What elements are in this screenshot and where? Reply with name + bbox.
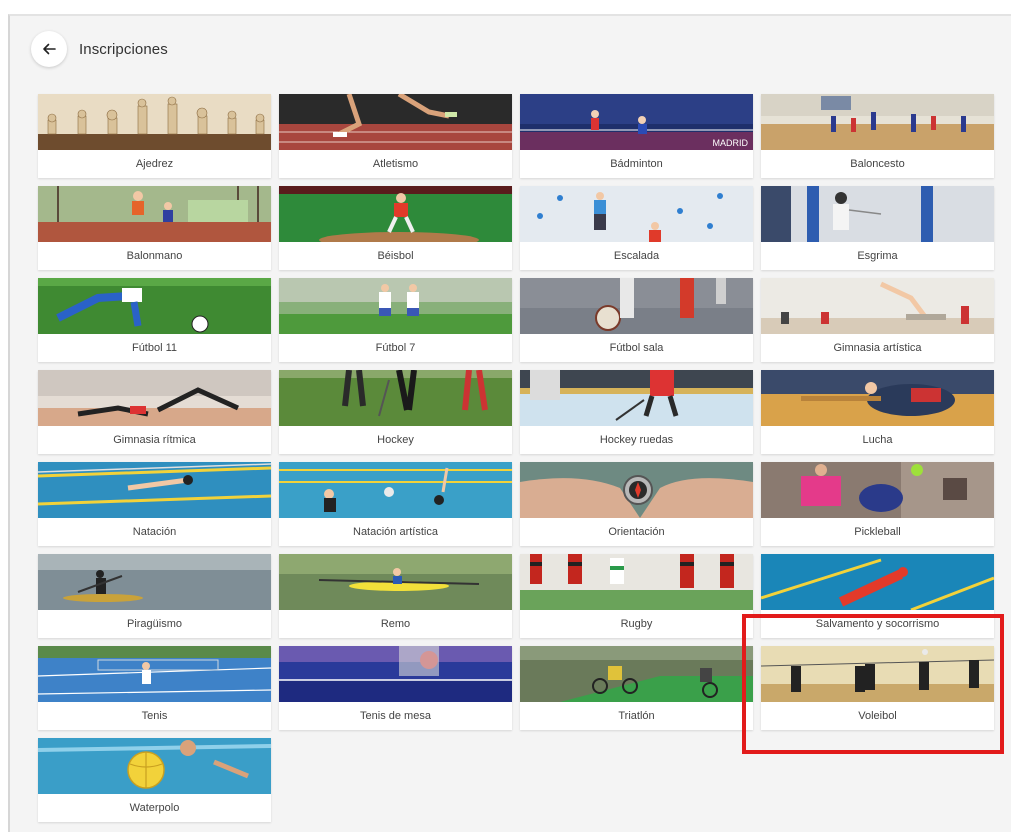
sport-card-label: Tenis de mesa — [360, 710, 431, 722]
page-title: Inscripciones — [79, 40, 168, 58]
sport-card-orientacion[interactable]: Orientación — [520, 462, 753, 546]
sport-card-pickleball[interactable]: Pickleball — [761, 462, 994, 546]
sport-card-label: Fútbol 11 — [131, 342, 178, 354]
sport-card-label: Fútbol sala — [609, 342, 664, 354]
page-header: Inscripciones — [31, 29, 168, 69]
sport-card-label: Lucha — [862, 434, 893, 446]
artistic-gymnastics-image — [761, 278, 994, 334]
wrestling-image — [761, 370, 994, 426]
baseball-image — [279, 186, 512, 242]
sport-card-label: Orientación — [608, 526, 665, 538]
sport-card-label: Bádminton — [610, 158, 663, 170]
sport-card-label: Escalada — [613, 250, 660, 262]
sport-card-label: Triatlón — [618, 710, 655, 722]
rhythmic-gymnastics-image — [38, 370, 271, 426]
sport-card-balonmano[interactable]: Balonmano — [38, 186, 271, 270]
sport-card-label: Piragüismo — [126, 618, 183, 630]
sport-card-natacion[interactable]: Natación — [38, 462, 271, 546]
sport-card-waterpolo[interactable]: Waterpolo — [38, 738, 271, 822]
sport-card-tenis-de-mesa[interactable]: Tenis de mesa — [279, 646, 512, 730]
climbing-image — [520, 186, 753, 242]
selection-highlight — [742, 614, 1004, 754]
sport-card-label: Balonmano — [126, 250, 183, 262]
hockey-image — [279, 370, 512, 426]
sport-card-label: Remo — [380, 618, 411, 630]
sport-card-label: Hockey ruedas — [599, 434, 674, 446]
sport-card-gimnasia-artistica[interactable]: Gimnasia artística — [761, 278, 994, 362]
sport-card-hockey-ruedas[interactable]: Hockey ruedas — [520, 370, 753, 454]
sport-card-label: Hockey — [377, 434, 414, 446]
sport-card-label: Ajedrez — [135, 158, 174, 170]
sport-card-label: Natación — [132, 526, 177, 538]
sport-card-atletismo[interactable]: Atletismo — [279, 94, 512, 178]
sport-card-label: Atletismo — [372, 158, 419, 170]
sport-card-label: Gimnasia artística — [833, 342, 922, 354]
sport-card-label: Esgrima — [857, 250, 898, 262]
sport-card-label: Gimnasia rítmica — [113, 434, 196, 446]
orienteering-image — [520, 462, 753, 518]
pickleball-image — [761, 462, 994, 518]
sport-card-label: Natación artística — [353, 526, 438, 538]
canoeing-image — [38, 554, 271, 610]
rugby-image — [520, 554, 753, 610]
sport-card-baloncesto[interactable]: Baloncesto — [761, 94, 994, 178]
sport-card-futbol-sala[interactable]: Fútbol sala — [520, 278, 753, 362]
chess-image — [38, 94, 271, 150]
basketball-image — [761, 94, 994, 150]
sport-card-label: Fútbol 7 — [375, 342, 416, 354]
sport-card-futbol-11[interactable]: Fútbol 11 — [38, 278, 271, 362]
athletics-image — [279, 94, 512, 150]
sport-card-gimnasia-ritmica[interactable]: Gimnasia rítmica — [38, 370, 271, 454]
sport-card-natacion-artistica[interactable]: Natación artística — [279, 462, 512, 546]
badminton-image: MADRID — [520, 94, 753, 150]
sport-card-lucha[interactable]: Lucha — [761, 370, 994, 454]
football-7-image — [279, 278, 512, 334]
sport-card-remo[interactable]: Remo — [279, 554, 512, 638]
sport-card-esgrima[interactable]: Esgrima — [761, 186, 994, 270]
handball-image — [38, 186, 271, 242]
sport-card-futbol-7[interactable]: Fútbol 7 — [279, 278, 512, 362]
sport-card-triatlon[interactable]: Triatlón — [520, 646, 753, 730]
sport-card-badminton[interactable]: MADRID Bádminton — [520, 94, 753, 178]
sport-card-label: Tenis — [141, 710, 168, 722]
football-11-image — [38, 278, 271, 334]
swimming-image — [38, 462, 271, 518]
sport-card-label: Baloncesto — [850, 158, 905, 170]
sport-card-label: Rugby — [620, 618, 653, 630]
sport-card-rugby[interactable]: Rugby — [520, 554, 753, 638]
waterpolo-image — [38, 738, 271, 794]
sport-card-tenis[interactable]: Tenis — [38, 646, 271, 730]
sport-card-piraguismo[interactable]: Piragüismo — [38, 554, 271, 638]
triathlon-image — [520, 646, 753, 702]
badminton-banner-text: MADRID — [713, 138, 749, 148]
back-button[interactable] — [31, 31, 67, 67]
artistic-swimming-image — [279, 462, 512, 518]
tennis-image — [38, 646, 271, 702]
sport-card-label: Béisbol — [377, 250, 414, 262]
table-tennis-image — [279, 646, 512, 702]
sport-card-escalada[interactable]: Escalada — [520, 186, 753, 270]
futsal-image — [520, 278, 753, 334]
sport-card-label: Pickleball — [854, 526, 901, 538]
sport-card-label: Waterpolo — [129, 802, 180, 814]
sport-card-hockey[interactable]: Hockey — [279, 370, 512, 454]
arrow-left-icon — [43, 43, 56, 55]
fencing-image — [761, 186, 994, 242]
lifesaving-image — [761, 554, 994, 610]
sport-card-beisbol[interactable]: Béisbol — [279, 186, 512, 270]
rowing-image — [279, 554, 512, 610]
sport-card-ajedrez[interactable]: Ajedrez — [38, 94, 271, 178]
roller-hockey-image — [520, 370, 753, 426]
